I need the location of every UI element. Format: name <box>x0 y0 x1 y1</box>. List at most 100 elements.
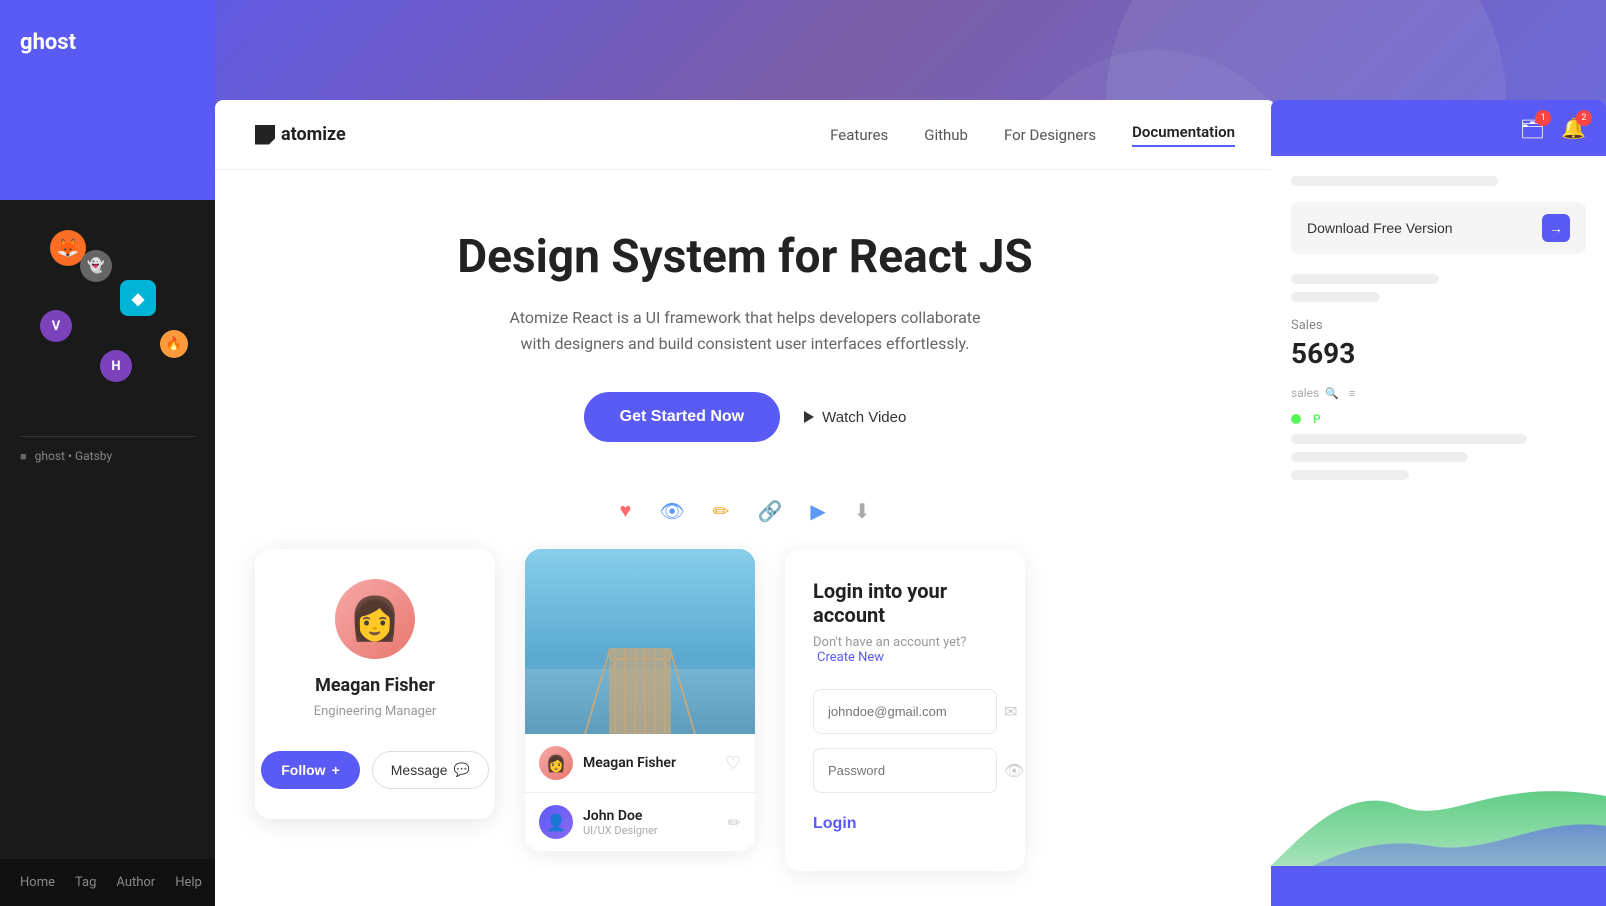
live-label: P <box>1313 412 1321 426</box>
nav-features[interactable]: Features <box>830 126 888 144</box>
nav-tag[interactable]: Tag <box>75 875 96 890</box>
hero-section: Design System for React JS Atomize React… <box>215 170 1275 482</box>
get-started-button[interactable]: Get Started Now <box>584 392 780 442</box>
eye-icon: 👁 <box>1004 761 1024 780</box>
logo-text: atomize <box>281 124 346 145</box>
sales-number: 5693 <box>1291 337 1586 370</box>
link-tool-icon[interactable]: 🔗 <box>757 499 782 523</box>
photo-heart-icon[interactable]: ♡ <box>725 753 741 774</box>
photo-card-info2: John Doe UI/UX Designer <box>583 808 658 837</box>
nav-designers[interactable]: For Designers <box>1004 126 1096 144</box>
left-panel-top: ghost <box>0 0 215 200</box>
sales-label: Sales <box>1291 318 1586 333</box>
live-row: P <box>1291 412 1586 426</box>
main-content: atomize Features Github For Designers Do… <box>215 100 1275 906</box>
password-input-wrap: 👁 <box>813 748 997 793</box>
play-tool-icon[interactable]: ▶ <box>810 499 825 523</box>
login-subtitle: Don't have an account yet? Create New <box>813 635 997 665</box>
login-button[interactable]: Login <box>813 807 857 841</box>
fire-icon: 🔥 <box>160 330 188 358</box>
notification-icon-1[interactable]: 🗂 1 <box>1520 116 1545 140</box>
follow-label: Follow <box>281 762 325 778</box>
live-dot <box>1291 414 1301 424</box>
ghost-logo: ghost <box>20 30 76 55</box>
gray-bar-1 <box>1291 176 1498 186</box>
right-top-bar: 🗂 1 🔔 2 <box>1271 100 1606 156</box>
profile-card: 👩 Meagan Fisher Engineering Manager Foll… <box>255 549 495 819</box>
download-arrow-icon: → <box>1542 214 1570 242</box>
follow-button[interactable]: Follow + <box>261 751 360 789</box>
ghost-info: ■ ghost • Gatsby <box>20 436 195 463</box>
heart-tool-icon[interactable]: ♥ <box>619 498 631 523</box>
follow-plus: + <box>332 762 340 778</box>
profile-buttons: Follow + Message 💬 <box>261 751 489 789</box>
hero-title: Design System for React JS <box>255 230 1235 285</box>
login-card: Login into your account Don't have an ac… <box>785 549 1025 871</box>
nav-home[interactable]: Home <box>20 875 55 890</box>
left-panel: ghost 🦊 ◆ 👻 V H 🔥 ■ ghost • Gatsby <box>0 0 215 906</box>
bottom-nav: Home Tag Author Help <box>0 859 215 906</box>
sales-sub-label: sales <box>1291 386 1319 400</box>
right-panel-content: Download Free Version → Sales 5693 sales… <box>1271 156 1606 746</box>
photo-card-avatar1: 👩 <box>539 746 573 780</box>
cards-row: 👩 Meagan Fisher Engineering Manager Foll… <box>215 539 1275 881</box>
right-panel: 🗂 1 🔔 2 Download Free Version → Sales 56… <box>1271 100 1606 906</box>
navbar-links: Features Github For Designers Documentat… <box>830 123 1235 147</box>
vuetify-icon: V <box>40 310 72 342</box>
message-icon: 💬 <box>454 762 470 778</box>
navbar-logo: atomize <box>255 124 346 145</box>
right-bottom-bar <box>1271 866 1606 906</box>
photo-card-name1: Meagan Fisher <box>583 755 676 771</box>
dock-scene-svg <box>525 549 755 734</box>
navbar: atomize Features Github For Designers Do… <box>215 100 1275 170</box>
avatar-emoji: 👩 <box>349 595 401 644</box>
nav-github[interactable]: Github <box>924 126 968 144</box>
message-label: Message <box>391 762 448 778</box>
download-label: Download Free Version <box>1307 220 1453 236</box>
gray-bar-3 <box>1291 292 1380 302</box>
diamond-icon: ◆ <box>120 280 156 316</box>
create-new-link[interactable]: Create New <box>817 650 884 665</box>
badge-1: 1 <box>1535 110 1551 126</box>
eye-tool-icon[interactable]: 👁 <box>659 499 684 523</box>
gray-bar-4 <box>1291 434 1527 444</box>
photo-card-image <box>525 549 755 734</box>
message-button[interactable]: Message 💬 <box>372 751 489 789</box>
search-icon-sm: 🔍 <box>1325 387 1339 400</box>
photo-card-user2: 👤 John Doe UI/UX Designer ✏ <box>525 793 755 851</box>
photo-card-name2: John Doe <box>583 808 658 824</box>
hero-buttons: Get Started Now Watch Video <box>255 392 1235 442</box>
edit-icon[interactable]: ✏ <box>728 813 741 832</box>
ghost-small-icon: 👻 <box>80 250 112 282</box>
email-input[interactable] <box>828 704 1004 719</box>
download-button[interactable]: Download Free Version → <box>1291 202 1586 254</box>
profile-role: Engineering Manager <box>314 704 437 719</box>
logo-icon <box>255 125 275 145</box>
login-title: Login into your account <box>813 579 997 627</box>
hashicorp-icon: H <box>100 350 132 382</box>
email-input-wrap: ✉ <box>813 689 997 734</box>
pencil-tool-icon[interactable]: ✏ <box>713 499 730 523</box>
watch-label: Watch Video <box>822 409 906 426</box>
watch-video-button[interactable]: Watch Video <box>804 409 906 426</box>
photo-card-avatar2: 👤 <box>539 805 573 839</box>
sales-sub-row: sales 🔍 ≡ <box>1291 386 1586 400</box>
sales-section: Sales 5693 <box>1291 318 1586 370</box>
password-input[interactable] <box>828 763 1004 778</box>
gray-bar-2 <box>1291 274 1439 284</box>
nav-documentation[interactable]: Documentation <box>1132 123 1235 147</box>
icons-toolbar: ♥ 👁 ✏ 🔗 ▶ ⬇ <box>215 482 1275 539</box>
profile-name: Meagan Fisher <box>315 675 435 696</box>
gray-bar-5 <box>1291 452 1468 462</box>
gray-bar-6 <box>1291 470 1409 480</box>
photo-card-user1: 👩 Meagan Fisher ♡ <box>525 734 755 793</box>
photo-card: 👩 Meagan Fisher ♡ 👤 John Doe UI/UX Desig… <box>525 549 755 851</box>
download-tool-icon[interactable]: ⬇ <box>854 499 871 523</box>
profile-avatar: 👩 <box>335 579 415 659</box>
ghost-gatsby-label: ghost • Gatsby <box>35 449 112 463</box>
badge-2: 2 <box>1576 110 1592 126</box>
nav-author[interactable]: Author <box>116 875 155 890</box>
email-icon: ✉ <box>1004 702 1017 721</box>
notification-icon-2[interactable]: 🔔 2 <box>1561 116 1586 140</box>
nav-help[interactable]: Help <box>175 875 202 890</box>
